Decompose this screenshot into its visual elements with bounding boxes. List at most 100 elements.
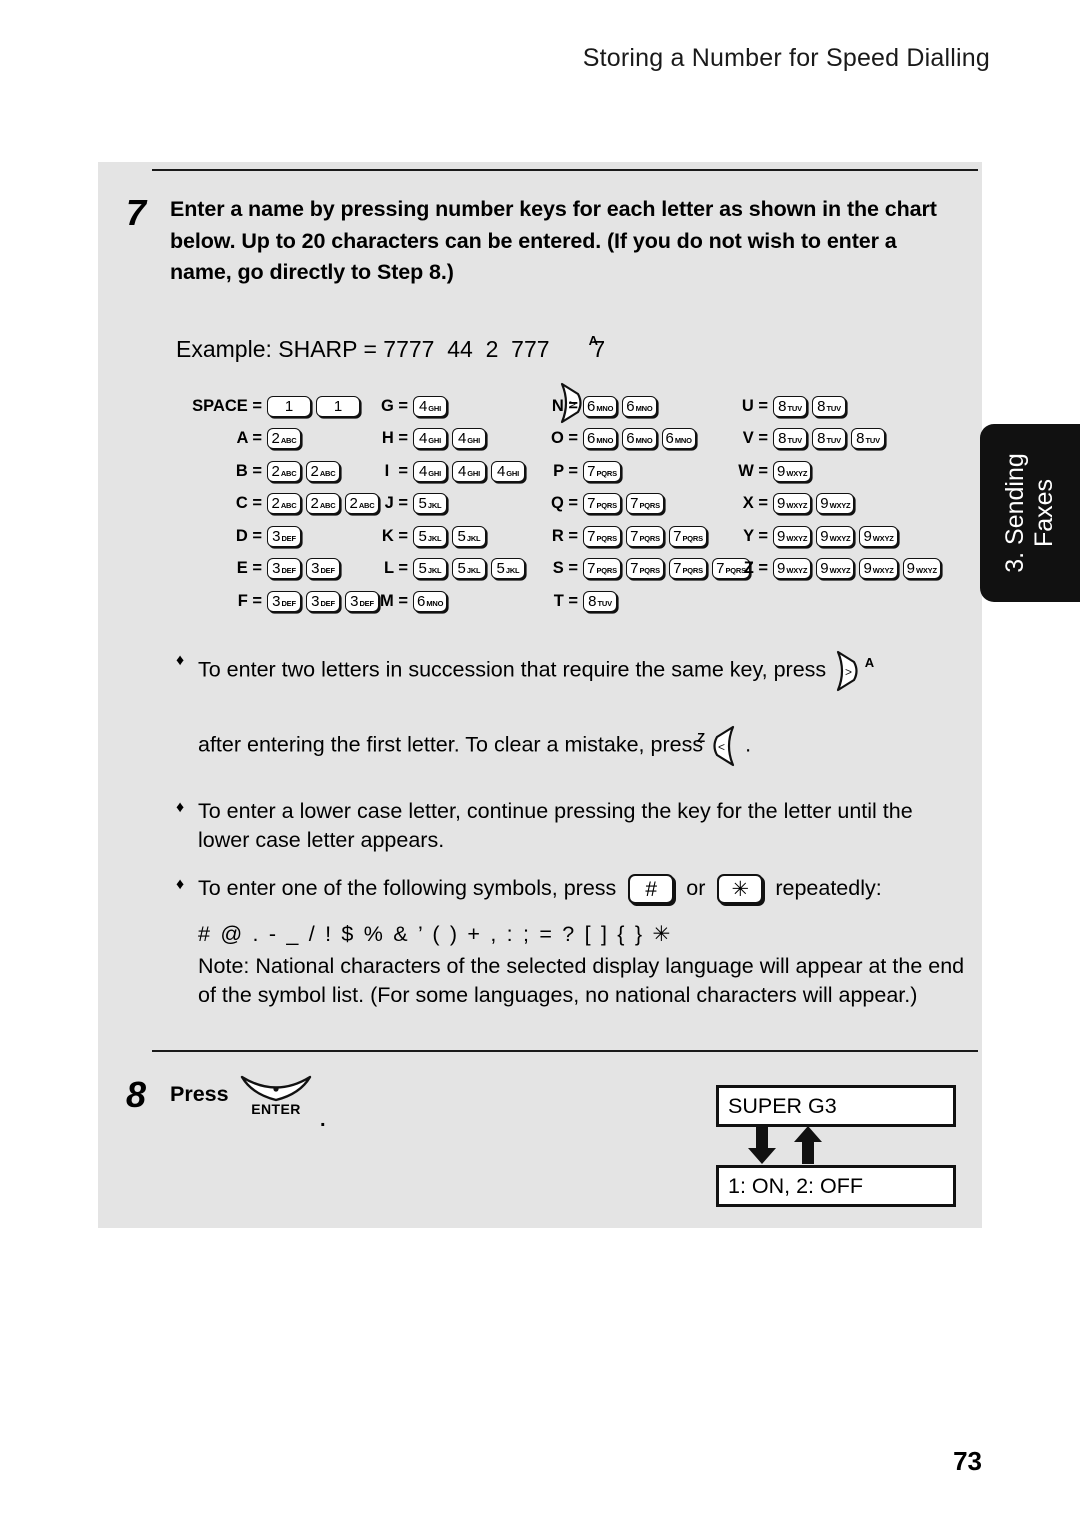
numeric-key-9[interactable]: 9 WXYZ — [816, 558, 855, 580]
key-digit: 3 — [272, 527, 281, 545]
numeric-key-7[interactable]: 7 PQRS — [583, 525, 621, 547]
key-digit: 7 — [673, 527, 682, 545]
key-digit: 1 — [284, 397, 294, 415]
hash-key-button[interactable]: # — [628, 874, 675, 905]
numeric-key-6[interactable]: 6 MNO — [661, 428, 696, 450]
numeric-key-6[interactable]: 6 MNO — [413, 590, 448, 612]
numeric-key-4[interactable]: 4 GHI — [452, 428, 486, 450]
bullet-symbols-repeatedly: repeatedly: — [775, 876, 882, 900]
numeric-key-9[interactable]: 9 WXYZ — [773, 460, 812, 482]
key-letters: WXYZ — [872, 566, 894, 576]
key-letters: GHI — [467, 436, 481, 446]
numeric-key-9[interactable]: 9 WXYZ — [902, 558, 941, 580]
key-digit: 5 — [418, 495, 427, 513]
chart-row: Z = 9 WXYZ 9 WXYZ 9 WXYZ 9 WXYZ — [726, 553, 946, 586]
numeric-key-6[interactable]: 6 MNO — [622, 428, 657, 450]
numeric-key-9[interactable]: 9 WXYZ — [773, 493, 812, 515]
numeric-key-6[interactable]: 6 MNO — [622, 395, 657, 417]
key-digit: 4 — [418, 430, 428, 448]
numeric-key-8[interactable]: 8 TUV — [851, 428, 885, 450]
numeric-key-5[interactable]: 5 JKL — [452, 525, 486, 547]
numeric-key-7[interactable]: 7 PQRS — [626, 493, 664, 515]
chart-row-label: I = — [384, 461, 408, 480]
key-letters: TUV — [787, 436, 802, 446]
numeric-key-9[interactable]: 9 WXYZ — [859, 558, 898, 580]
key-digit: 2 — [310, 495, 319, 513]
chart-row-label: E = — [236, 559, 262, 578]
numeric-key-2[interactable]: 2 ABC — [267, 460, 301, 482]
key-letters: PQRS — [639, 533, 660, 543]
numeric-key-7[interactable]: 7 PQRS — [583, 558, 621, 580]
key-digit: 3 — [272, 592, 281, 610]
key-letters: GHI — [506, 468, 520, 478]
key-digit: 5 — [418, 560, 427, 578]
page-number: 73 — [953, 1446, 982, 1476]
key-digit: 7 — [587, 560, 596, 578]
chart-row: Y = 9 WXYZ 9 WXYZ 9 WXYZ — [726, 520, 946, 553]
numeric-key-5[interactable]: 5 JKL — [413, 558, 447, 580]
numeric-key-3[interactable]: 3 DEF — [267, 525, 301, 547]
numeric-key-5[interactable]: 5 JKL — [413, 525, 447, 547]
key-digit: 6 — [587, 430, 596, 448]
key-digit: 6 — [665, 430, 674, 448]
numeric-key-8[interactable]: 8 TUV — [812, 428, 846, 450]
numeric-key-3[interactable]: 3 DEF — [306, 590, 340, 612]
numeric-key-2[interactable]: 2 ABC — [306, 493, 340, 515]
numeric-key-8[interactable]: 8 TUV — [773, 428, 807, 450]
key-letters: JKL — [466, 533, 481, 543]
numeric-key-4[interactable]: 4 GHI — [413, 428, 447, 450]
chart-row-label: P = — [553, 461, 578, 480]
numeric-key-1[interactable]: 1 — [267, 395, 311, 417]
numeric-key-8[interactable]: 8 TUV — [812, 395, 846, 417]
symbols-note: Note: National characters of the selecte… — [198, 954, 965, 1007]
numeric-key-2[interactable]: 2 ABC — [306, 460, 340, 482]
numeric-key-9[interactable]: 9 WXYZ — [773, 525, 812, 547]
numeric-key-7[interactable]: 7 PQRS — [626, 525, 664, 547]
key-digit: 5 — [418, 527, 427, 545]
numeric-key-2[interactable]: 2 ABC — [267, 428, 301, 450]
step-8-press-label: Press — [170, 1082, 229, 1106]
right-arrow-key-icon: > A — [832, 650, 874, 692]
key-digit: 9 — [906, 560, 915, 578]
numeric-key-1[interactable]: 1 — [316, 395, 360, 417]
numeric-key-6[interactable]: 6 MNO — [583, 395, 618, 417]
chart-row-label: Y = — [743, 526, 768, 545]
numeric-key-6[interactable]: 6 MNO — [583, 428, 618, 450]
numeric-key-9[interactable]: 9 WXYZ — [859, 525, 898, 547]
chart-row: M = 6 MNO — [366, 585, 530, 618]
numeric-key-3[interactable]: 3 DEF — [267, 590, 301, 612]
asterisk-key-button[interactable]: ✳ — [717, 874, 764, 905]
numeric-key-3[interactable]: 3 DEF — [306, 558, 340, 580]
numeric-key-4[interactable]: 4 GHI — [413, 395, 447, 417]
numeric-key-7[interactable]: 7 PQRS — [583, 460, 621, 482]
numeric-key-2[interactable]: 2 ABC — [267, 493, 301, 515]
numeric-key-7[interactable]: 7 PQRS — [583, 493, 621, 515]
numeric-key-8[interactable]: 8 TUV — [583, 590, 617, 612]
numeric-key-5[interactable]: 5 JKL — [452, 558, 486, 580]
numeric-key-9[interactable]: 9 WXYZ — [816, 525, 855, 547]
key-digit: 5 — [496, 560, 505, 578]
key-letters: JKL — [427, 501, 442, 511]
numeric-key-7[interactable]: 7 PQRS — [669, 525, 707, 547]
numeric-key-8[interactable]: 8 TUV — [773, 395, 807, 417]
key-digit: 9 — [777, 462, 786, 480]
numeric-key-4[interactable]: 4 GHI — [413, 460, 447, 482]
key-letters: TUV — [826, 403, 841, 413]
bullet-clear-mistake-period: . — [745, 732, 752, 757]
numeric-key-4[interactable]: 4 GHI — [452, 460, 486, 482]
chart-row-label: N = — [551, 396, 578, 415]
key-letters: ABC — [280, 468, 297, 478]
numeric-key-7[interactable]: 7 PQRS — [669, 558, 707, 580]
numeric-key-7[interactable]: 7 PQRS — [626, 558, 664, 580]
numeric-key-4[interactable]: 4 GHI — [491, 460, 525, 482]
numeric-key-5[interactable]: 5 JKL — [413, 493, 447, 515]
bullet-clear-mistake-text: after entering the first letter. To clea… — [198, 732, 704, 757]
numeric-key-9[interactable]: 9 WXYZ — [773, 558, 812, 580]
numeric-key-5[interactable]: 5 JKL — [491, 558, 525, 580]
divider-middle — [152, 1050, 978, 1052]
key-letters: JKL — [427, 566, 442, 576]
numeric-key-3[interactable]: 3 DEF — [267, 558, 301, 580]
chart-row-label: S = — [552, 559, 578, 578]
numeric-key-9[interactable]: 9 WXYZ — [816, 493, 855, 515]
key-letters: DEF — [281, 566, 296, 576]
